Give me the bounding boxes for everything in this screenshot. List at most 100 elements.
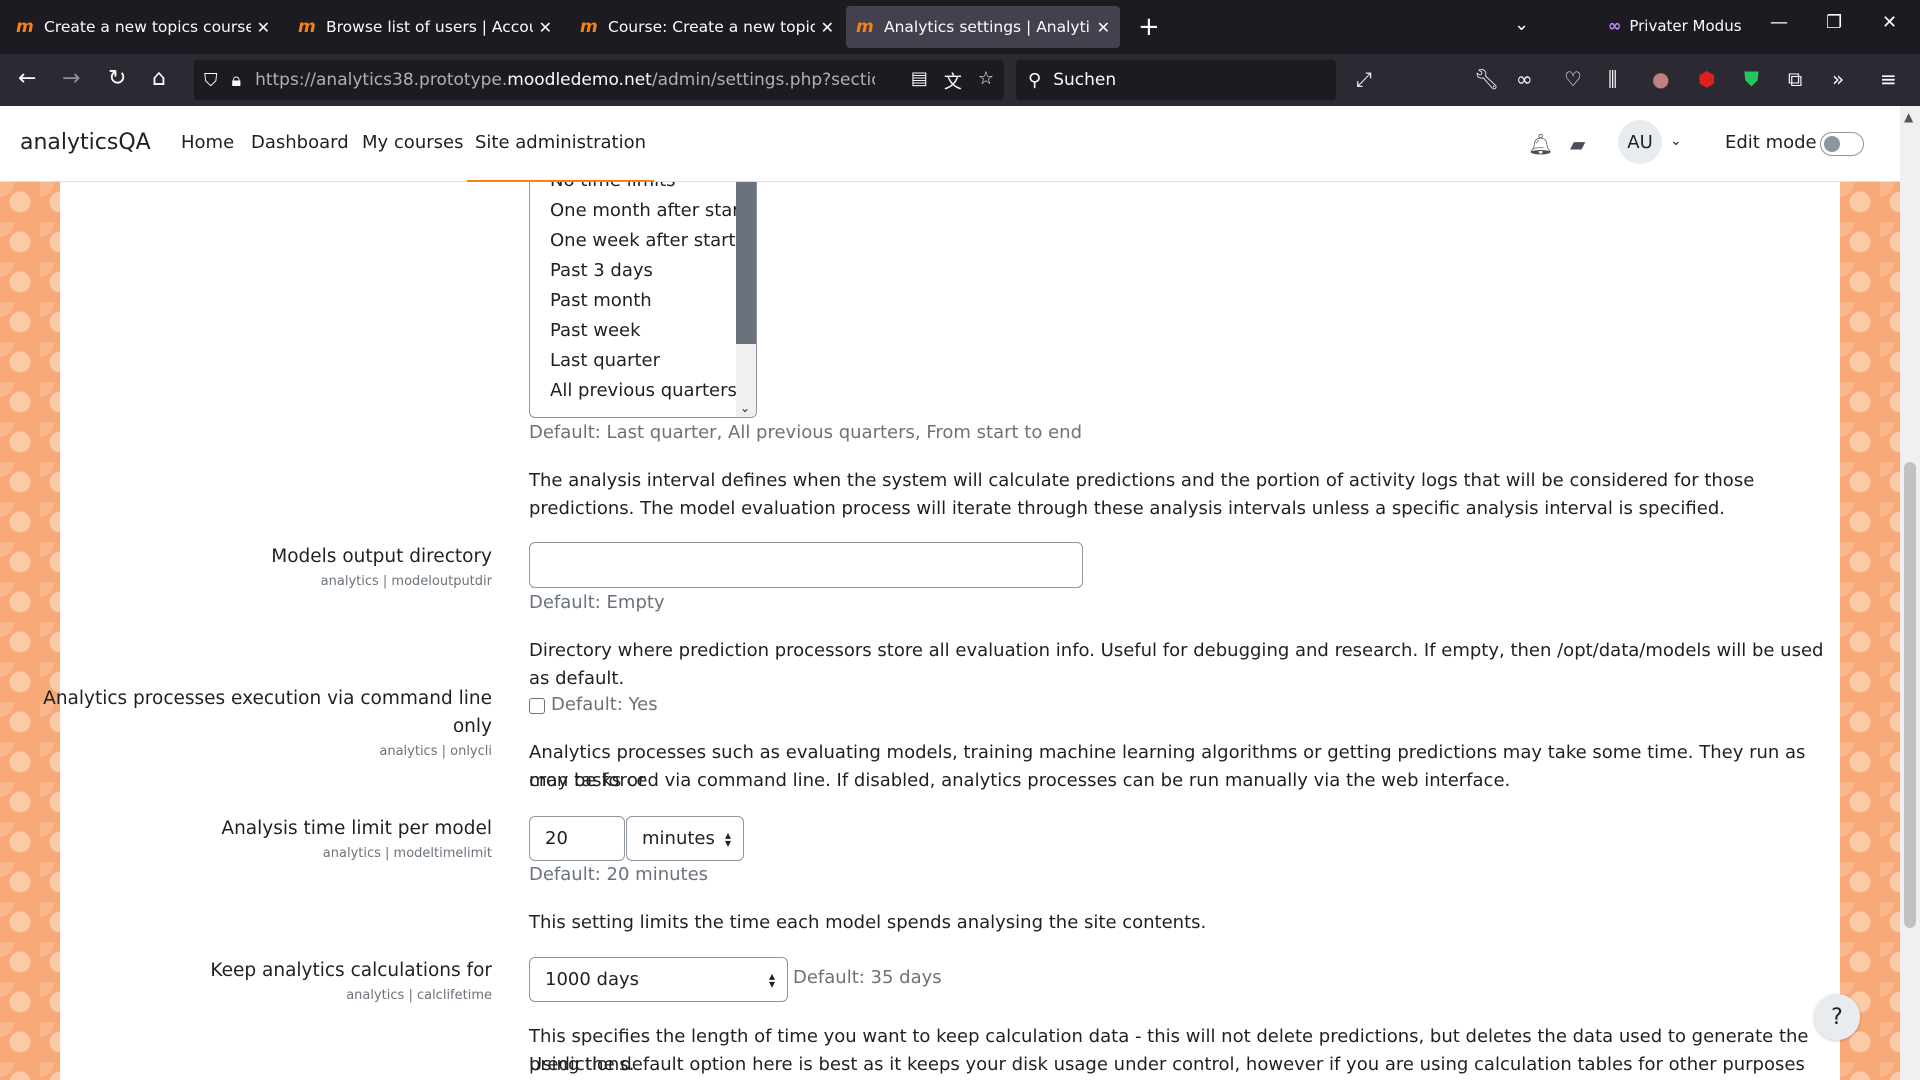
search-input[interactable]: ⚲ Suchen (1016, 60, 1336, 100)
url-bar[interactable]: ⛉ 🔒︎ https://analytics38.prototype.moodl… (194, 60, 1004, 100)
tab-title: Analytics settings | Analytics | A (884, 18, 1091, 36)
page-scroll-thumb[interactable] (1904, 462, 1916, 928)
calclifetime-select[interactable]: 1000 days ▴ ▾ (529, 957, 788, 1002)
search-icon: ⚲ (1028, 69, 1042, 91)
close-window-icon[interactable]: ✕ (1882, 12, 1897, 33)
user-menu-chevron-icon[interactable]: ⌄ (1670, 133, 1682, 149)
moodle-favicon-icon: m (298, 17, 316, 37)
listbox-scrollbar[interactable]: ⌄ (736, 182, 756, 417)
url-text[interactable]: https://analytics38.prototype.moodledemo… (255, 70, 875, 90)
modeltimelimit-unit-select[interactable]: minutes ▴ ▾ (626, 816, 744, 861)
analysis-intervals-multiselect[interactable]: No time limits One month after start One… (529, 182, 757, 418)
listbox-scroll-thumb[interactable] (736, 182, 756, 344)
back-arrow-icon[interactable]: ← (18, 66, 36, 92)
interval-option[interactable]: Last quarter (550, 350, 660, 371)
modeltimelimit-input[interactable]: 20 (529, 816, 625, 861)
minimize-icon[interactable]: — (1770, 12, 1788, 33)
interval-option[interactable]: Past 3 days (550, 260, 653, 281)
messages-chat-icon[interactable]: ▰ (1570, 132, 1585, 156)
modeltimelimit-default: Default: 20 minutes (529, 864, 709, 885)
onlycli-description: may be forced via command line. If disab… (529, 770, 1511, 791)
translate-icon[interactable]: 文 (944, 68, 962, 94)
background-pattern (0, 182, 60, 1080)
browser-tab[interactable]: m Create a new topics course: Log ✕ (6, 6, 280, 48)
interval-option[interactable]: One week after start (550, 230, 736, 251)
modeloutputdir-description: Directory where prediction processors st… (529, 640, 1824, 689)
setting-id: analytics | modeloutputdir (320, 574, 492, 589)
ublock-icon[interactable]: ⬢ (1698, 67, 1715, 91)
chevron-down-icon[interactable]: ⌄ (740, 401, 750, 415)
browser-tab[interactable]: m Course: Create a new topics cou ✕ (570, 6, 844, 48)
close-tab-icon[interactable]: ✕ (257, 18, 270, 37)
pocket-icon[interactable]: ♡ (1564, 67, 1582, 91)
setting-label: Models output directory (271, 546, 492, 567)
profile-avatar-icon[interactable]: ● (1652, 67, 1669, 91)
onlycli-checkbox[interactable] (529, 698, 545, 714)
notification-bell-icon[interactable]: 🔔︎ (1528, 132, 1553, 156)
lock-icon[interactable]: 🔒︎ (232, 70, 242, 91)
page-scrollbar[interactable]: ▲ (1900, 106, 1920, 1080)
home-icon[interactable]: ⌂ (152, 66, 166, 92)
nav-my-courses[interactable]: My courses (362, 132, 463, 153)
interval-option[interactable]: No time limits (550, 182, 676, 191)
close-tab-icon[interactable]: ✕ (1097, 18, 1110, 37)
expand-icon[interactable]: ⤢ (1356, 67, 1372, 91)
select-value: 1000 days (545, 969, 640, 990)
moodle-favicon-icon: m (856, 17, 874, 37)
search-placeholder: Suchen (1053, 70, 1117, 90)
nav-site-administration[interactable]: Site administration (466, 132, 655, 183)
setting-id: analytics | calclifetime (346, 988, 492, 1003)
site-navbar: analyticsQA Home Dashboard My courses Si… (0, 106, 1900, 183)
close-tab-icon[interactable]: ✕ (539, 18, 552, 37)
select-caret-icon: ▴ ▾ (768, 968, 775, 991)
interval-option[interactable]: One month after start (550, 200, 747, 221)
moodle-favicon-icon: m (580, 17, 598, 37)
user-avatar[interactable]: AU (1618, 120, 1662, 164)
help-button[interactable]: ? (1814, 994, 1860, 1040)
select-value: minutes (642, 828, 715, 849)
private-mask-icon[interactable]: ∞ (1516, 67, 1533, 91)
new-tab-icon[interactable]: + (1138, 12, 1160, 42)
bookmark-star-icon[interactable]: ☆ (978, 68, 994, 94)
modeltimelimit-description: This setting limits the time each model … (529, 912, 1207, 933)
extensions-puzzle-icon[interactable]: ⧉ (1788, 67, 1802, 91)
library-icon[interactable]: ⫼ (1608, 67, 1617, 91)
hamburger-menu-icon[interactable]: ≡ (1880, 67, 1897, 91)
modeloutputdir-default: Default: Empty (529, 592, 665, 613)
interval-option[interactable]: Past month (550, 290, 652, 311)
close-tab-icon[interactable]: ✕ (821, 18, 834, 37)
edit-mode-toggle[interactable] (1820, 132, 1864, 156)
browser-tab-bar: m Create a new topics course: Log ✕ m Br… (0, 0, 1920, 54)
tab-list-chevron-icon[interactable]: ⌄ (1514, 14, 1529, 35)
restore-icon[interactable]: ❐ (1826, 12, 1842, 33)
background-pattern (1840, 182, 1900, 1080)
calclifetime-description: Using the default option here is best as… (529, 1054, 1805, 1075)
wrench-icon[interactable]: 🔧︎ (1474, 67, 1499, 91)
tab-title: Create a new topics course: Log (44, 18, 251, 36)
browser-tab-active[interactable]: m Analytics settings | Analytics | A ✕ (846, 6, 1120, 48)
edit-mode-label: Edit mode (1725, 132, 1817, 153)
forward-arrow-icon[interactable]: → (62, 66, 80, 92)
setting-label: Keep analytics calculations for (210, 960, 492, 981)
site-brand[interactable]: analyticsQA (20, 130, 151, 155)
intervals-description: The analysis interval defines when the s… (529, 470, 1755, 519)
private-mask-icon: ∞ (1608, 16, 1622, 35)
interval-option[interactable]: Past week (550, 320, 641, 341)
setting-id: analytics | modeltimelimit (322, 846, 492, 861)
reload-icon[interactable]: ↻ (108, 66, 126, 92)
intervals-default: Default: Last quarter, All previous quar… (529, 422, 1083, 443)
browser-tab[interactable]: m Browse list of users | Accounts | ✕ (288, 6, 562, 48)
modeloutputdir-input[interactable] (529, 542, 1083, 588)
nav-home[interactable]: Home (181, 132, 234, 153)
shield-icon[interactable]: ⛉ (204, 70, 218, 91)
tab-title: Course: Create a new topics cou (608, 18, 815, 36)
reader-view-icon[interactable]: ▤ (911, 68, 928, 94)
shield-check-icon[interactable]: ⛊ (1744, 67, 1759, 91)
private-mode-label: Privater Modus (1629, 16, 1742, 35)
nav-dashboard[interactable]: Dashboard (251, 132, 349, 153)
setting-label: Analysis time limit per model (221, 818, 492, 839)
interval-option[interactable]: All previous quarters (550, 380, 737, 401)
setting-label: Analytics processes execution via comman… (43, 688, 492, 709)
scroll-up-icon[interactable]: ▲ (1904, 110, 1913, 124)
overflow-chevron-icon[interactable]: » (1832, 67, 1844, 91)
